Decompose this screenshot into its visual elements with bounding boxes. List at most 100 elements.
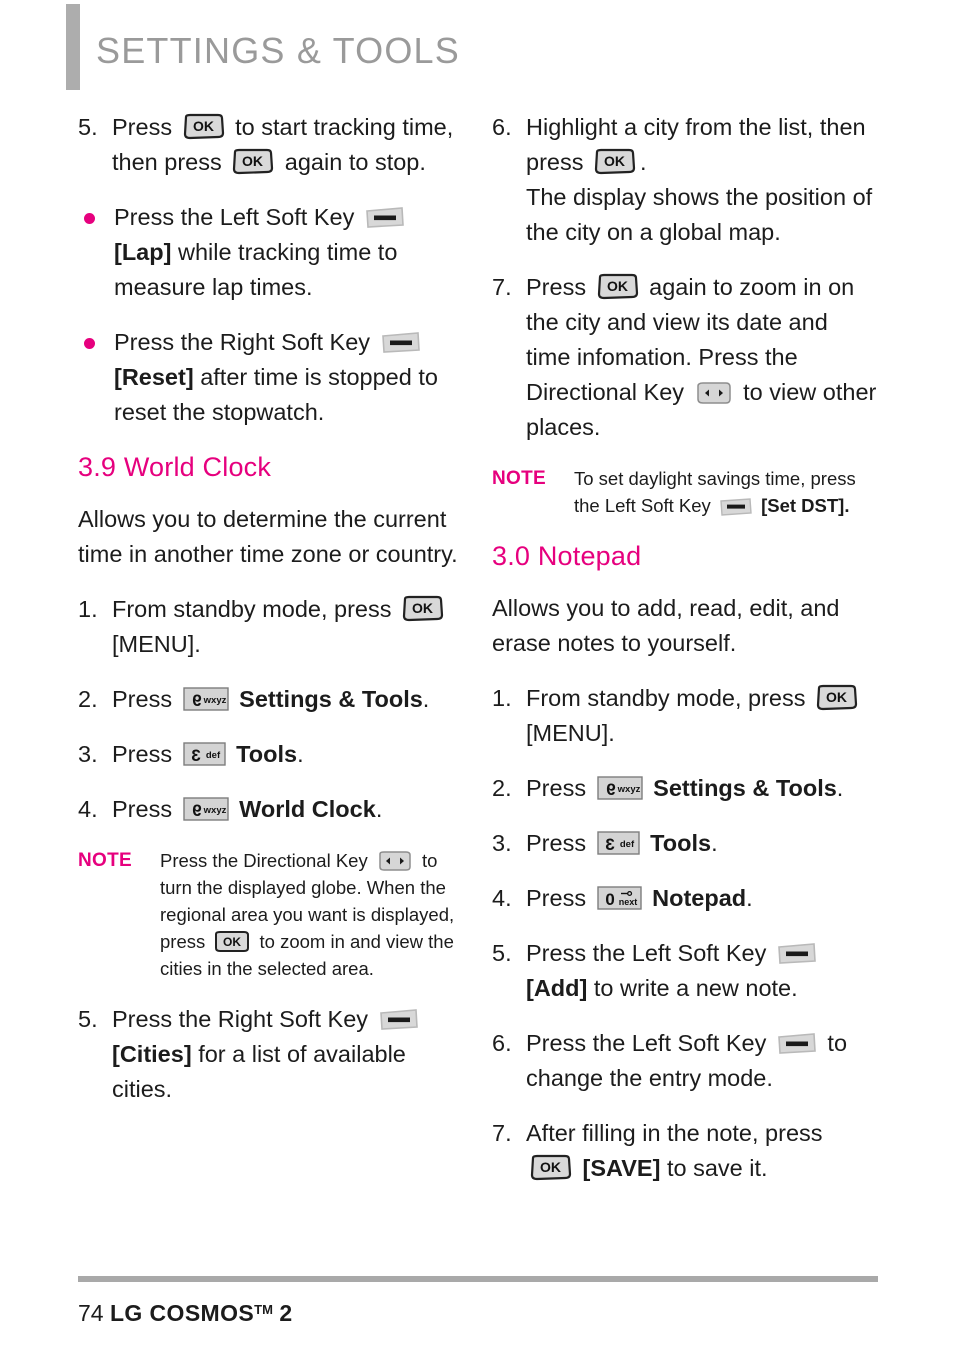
menu-label: World Clock [239,796,376,822]
svg-text:def: def [205,750,220,761]
step-text: Press [112,796,173,822]
step-text: . [836,775,844,801]
soft-key-icon [364,206,406,230]
softkey-label: [Set DST]. [761,495,850,516]
note-text: Press the Directional Key [160,850,368,871]
step-text: Press [526,274,587,300]
list-item: 2. Press 9 wxyz Settings & Tools. [492,771,877,806]
step-text: . [711,830,718,856]
list-item: Press the Left Soft Key [Lap] while trac… [78,200,463,305]
ok-key-icon: OK [182,113,226,140]
section-intro: Allows you to add, read, edit, and erase… [492,595,840,656]
svg-text:OK: OK [193,118,214,134]
softkey-label: [Lap] [114,239,172,265]
menu-label: Tools [236,741,298,767]
svg-text:next: next [618,897,637,907]
footer-divider [78,1276,878,1282]
soft-key-icon [776,942,818,966]
svg-text:9: 9 [606,780,615,799]
bullet-text: Press the Right Soft Key [114,329,371,355]
list-item: 6. Highlight a city from the list, then … [492,110,877,250]
step-text: The display shows the position of the ci… [526,184,873,245]
svg-text:OK: OK [604,153,625,169]
step-text: [MENU]. [526,720,615,746]
note-label: NOTE [492,468,546,489]
step-number: 5. [78,1006,98,1032]
list-item: 5. Press the Right Soft Key [Cities] for… [78,1002,463,1107]
list-item: 4. Press 0 next Notepad. [492,881,877,916]
step-text: Press [112,686,173,712]
step-text: to start tracking time, [235,114,454,140]
softkey-label: [SAVE] [582,1155,661,1181]
page-number: 74 [78,1300,104,1326]
svg-text:OK: OK [607,278,628,294]
menu-label: Settings & Tools [239,686,423,712]
step-text: to save it. [666,1155,768,1181]
svg-text:9: 9 [192,801,201,820]
step-number: 5. [78,114,98,140]
step-number: 4. [78,796,98,822]
step-text: Press the Left Soft Key [526,940,767,966]
step-text: Press [526,830,587,856]
list-item: 4. Press 9 wxyz World Clock. [78,792,463,827]
note-text: to zoom in and view the cities in the se… [160,931,454,979]
menu-label: Notepad [652,885,747,911]
ok-key-icon: OK [401,595,445,622]
header-accent-bar [66,4,80,90]
step-number: 2. [492,775,512,801]
svg-text:wxyz: wxyz [202,805,226,816]
step-text: After filling in the note, press [526,1120,823,1146]
step-text: . [746,885,753,911]
directional-key-icon [376,850,414,872]
step-number: 3. [78,741,98,767]
note-label: NOTE [78,850,132,871]
svg-text:3: 3 [191,746,200,765]
keypad-0-next-icon: 0 next [596,885,643,911]
step-text: . [297,741,304,767]
ok-key-icon: OK [231,148,275,175]
step-number: 1. [78,596,98,622]
svg-text:OK: OK [540,1159,561,1175]
section-heading-notepad: 3.0 Notepad [492,541,642,571]
ok-key-icon: OK [815,684,859,711]
list-item: 5. Press OK to start tracking time, then… [78,110,463,180]
bullet-text: Press the Left Soft Key [114,204,355,230]
step-text: to write a new note. [593,975,798,1001]
list-item: 3. Press 3 def Tools. [492,826,877,861]
step-text: Press [526,775,587,801]
step-text: Press the Right Soft Key [112,1006,369,1032]
svg-text:def: def [619,839,634,850]
keypad-3-def-icon: 3 def [596,830,641,856]
directional-key-icon [694,381,734,405]
ok-key-icon: OK [596,273,640,300]
ok-key-icon: OK [593,148,637,175]
step-number: 6. [492,1030,512,1056]
svg-text:wxyz: wxyz [616,784,640,795]
step-text: then press [112,149,222,175]
step-number: 6. [492,114,512,140]
list-item: 5. Press the Left Soft Key [Add] to writ… [492,936,877,1006]
step-text: From standby mode, press [112,596,392,622]
note-block: NOTE To set daylight savings time, press… [492,465,877,519]
step-number: 7. [492,274,512,300]
soft-key-icon [378,1008,420,1032]
page-header: SETTINGS & TOOLS [0,0,954,100]
step-text: From standby mode, press [526,685,806,711]
svg-text:OK: OK [223,935,241,949]
menu-label: Tools [650,830,712,856]
page-footer: 74 LG COSMOSTM 2 [78,1276,878,1327]
keypad-9-wxyz-icon: 9 wxyz [182,686,230,712]
svg-text:0: 0 [605,890,614,909]
softkey-label: [Cities] [112,1041,192,1067]
step-text: Press [112,741,173,767]
step-text: . [375,796,383,822]
svg-text:wxyz: wxyz [202,695,226,706]
step-text: Press the Left Soft Key [526,1030,767,1056]
step-number: 1. [492,685,512,711]
right-column: 6. Highlight a city from the list, then … [492,110,877,1206]
page-title: SETTINGS & TOOLS [96,30,460,71]
list-item: 6. Press the Left Soft Key to change the… [492,1026,877,1096]
step-text: Highlight a city from the list, then pre… [526,114,866,175]
footer-caption: 74 LG COSMOSTM 2 [78,1300,878,1327]
ok-key-icon: OK [213,930,251,953]
